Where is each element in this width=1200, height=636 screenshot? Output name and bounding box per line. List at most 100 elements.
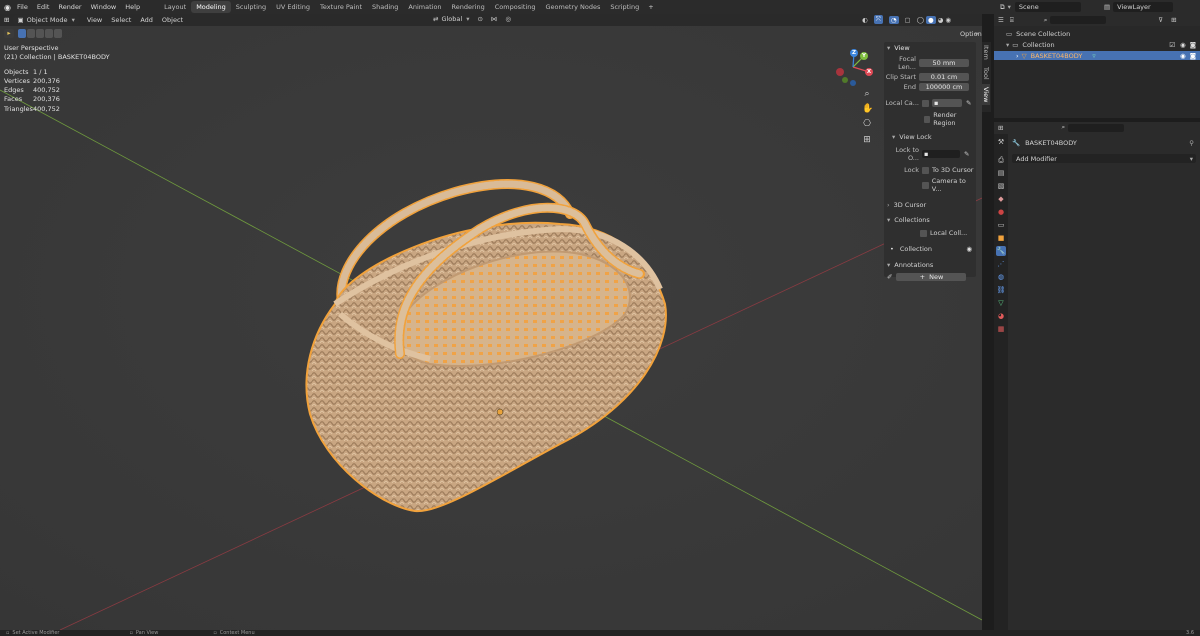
render-region-checkbox[interactable] (924, 115, 931, 123)
tab-modeling[interactable]: Modeling (191, 1, 231, 13)
scene-selector[interactable]: ⧉ ▾ Scene (1000, 2, 1081, 12)
select-mode-invert-icon[interactable] (45, 29, 53, 38)
viewport-menu-add[interactable]: Add (140, 16, 153, 24)
world-properties-tab-icon[interactable]: ● (996, 207, 1006, 217)
gizmo-x-axis[interactable]: X (865, 68, 873, 76)
snap-icon[interactable]: ⋈ (491, 15, 498, 23)
properties-editor-icon[interactable]: ⊞ (998, 124, 1003, 132)
xray-toggle-icon[interactable]: ▢ (905, 16, 911, 24)
eye-icon[interactable]: ◉ (1180, 41, 1186, 49)
texture-properties-tab-icon[interactable]: ▦ (996, 324, 1006, 334)
render-properties-tab-icon[interactable]: ⎙ (996, 155, 1006, 165)
tab-sculpting[interactable]: Sculpting (231, 1, 271, 13)
gizmo-neg-x-axis[interactable] (836, 68, 844, 76)
scene-properties-tab-icon[interactable]: ◆ (996, 194, 1006, 204)
eyedropper-icon[interactable]: ✎ (964, 150, 969, 158)
clip-start-field[interactable]: 0.01 cm (919, 73, 969, 81)
viewport-canvas[interactable] (0, 14, 982, 630)
3d-cursor-panel-header[interactable]: › 3D Cursor (887, 201, 976, 209)
view-layer-selector[interactable]: ▤ ViewLayer (1104, 2, 1174, 12)
filter-icon[interactable]: ⊽ (1158, 16, 1163, 24)
select-mode-intersect-icon[interactable] (54, 29, 62, 38)
focal-length-field[interactable]: 50 mm (919, 59, 969, 67)
local-collections-checkbox[interactable] (920, 229, 927, 237)
transform-orientation-selector[interactable]: Global (441, 15, 462, 23)
viewport-menu-select[interactable]: Select (111, 16, 131, 24)
solid-shading-icon[interactable]: ● (925, 15, 936, 24)
3d-viewport[interactable]: ⊞ ▣ Object Mode ▾ View Select Add Object ⇄ … (0, 14, 982, 630)
select-mode-extend-icon[interactable] (27, 29, 35, 38)
viewport-menu-object[interactable]: Object (162, 16, 183, 24)
tab-scripting[interactable]: Scripting (605, 1, 644, 13)
rendered-shading-icon[interactable]: ◉ (945, 16, 951, 24)
collections-panel-header[interactable]: ▾ Collections (887, 216, 976, 224)
tab-view[interactable]: View (982, 84, 990, 105)
collection-properties-tab-icon[interactable]: ▭ (996, 220, 1006, 230)
add-modifier-button[interactable]: Add Modifier ▾ (1012, 154, 1196, 163)
checkbox-icon[interactable]: ☑ (1169, 41, 1175, 49)
blender-logo-icon[interactable]: ◉ (4, 3, 11, 12)
tab-layout[interactable]: Layout (159, 1, 191, 13)
overlays-toggle-icon[interactable]: ◔ (888, 15, 899, 24)
tab-compositing[interactable]: Compositing (490, 1, 541, 13)
tab-tool[interactable]: Tool (982, 63, 990, 84)
menu-edit[interactable]: Edit (37, 3, 50, 11)
transform-orientation-icon[interactable]: ⇄ (433, 15, 438, 23)
camera-icon[interactable]: ◙ (1190, 41, 1196, 49)
data-properties-tab-icon[interactable]: ▽ (996, 298, 1006, 308)
scene-collection-item[interactable]: ▭ Scene Collection (1006, 30, 1200, 38)
camera-to-view-checkbox[interactable] (922, 181, 929, 189)
visibility-icon[interactable]: ◐ (862, 16, 868, 24)
collection-item[interactable]: ▾ ▭ Collection ☑ ◉ ◙ (1006, 41, 1200, 49)
tab-texture-paint[interactable]: Texture Paint (315, 1, 367, 13)
scene-name-field[interactable]: Scene (1014, 2, 1081, 12)
annotation-pen-icon[interactable]: ✐ (887, 273, 892, 281)
tab-rendering[interactable]: Rendering (447, 1, 490, 13)
pin-icon[interactable]: ⚲ (1189, 139, 1194, 147)
scene-dropdown-icon[interactable]: ▾ (1008, 3, 1011, 11)
editor-type-icon[interactable]: ⊞ (4, 16, 9, 24)
local-camera-field[interactable]: ▪ (932, 99, 962, 107)
pivot-point-icon[interactable]: ⊙ (477, 15, 482, 23)
wireframe-shading-icon[interactable]: ◯ (917, 16, 924, 24)
outliner-editor-icon[interactable]: ☰ (998, 16, 1004, 24)
options-button[interactable]: Options (960, 30, 982, 38)
modifier-properties-tab-icon[interactable]: 🔧 (996, 246, 1006, 256)
gizmo-y-axis[interactable]: Y (860, 52, 868, 60)
tab-geometry-nodes[interactable]: Geometry Nodes (541, 1, 606, 13)
camera-view-icon[interactable]: ⎔ (862, 119, 872, 129)
camera-icon[interactable]: ◙ (1190, 52, 1196, 60)
collection-list-item[interactable]: • Collection ◉ (890, 245, 976, 253)
annotations-panel-header[interactable]: ▾ Annotations (887, 261, 976, 269)
object-mode-selector[interactable]: ▣ Object Mode ▾ (13, 15, 79, 25)
gizmo-z-axis[interactable]: Z (850, 49, 858, 57)
display-mode-icon[interactable]: ⌸ (1010, 16, 1014, 25)
pan-hand-icon[interactable]: ✋ (862, 104, 873, 114)
constraints-properties-tab-icon[interactable]: ⛓ (996, 285, 1006, 295)
material-properties-tab-icon[interactable]: ◕ (996, 311, 1006, 321)
outliner-search-input[interactable] (1050, 16, 1107, 24)
local-camera-checkbox[interactable] (922, 99, 929, 107)
tool-select-icon[interactable]: ▸ (4, 29, 14, 38)
select-mode-subtract-icon[interactable] (36, 29, 44, 38)
view-layer-name-field[interactable]: ViewLayer (1113, 2, 1174, 12)
to-3d-cursor-checkbox[interactable] (922, 166, 929, 174)
perspective-toggle-icon[interactable]: ⊞ (862, 135, 872, 145)
select-mode-new-icon[interactable] (18, 29, 26, 38)
eye-icon[interactable]: ◉ (966, 245, 972, 253)
tool-properties-tab-icon[interactable]: ⚒ (996, 137, 1006, 147)
zoom-icon[interactable]: ⌕ (862, 89, 872, 99)
view-panel-header[interactable]: ▾ View (884, 42, 976, 54)
gizmo-neg-z-axis[interactable] (850, 80, 856, 86)
eyedropper-icon[interactable]: ✎ (966, 99, 971, 107)
new-annotation-button[interactable]: + New (896, 273, 967, 281)
menu-window[interactable]: Window (91, 3, 117, 11)
new-collection-icon[interactable]: ⊞ (1171, 16, 1176, 24)
gizmo-toggle-icon[interactable]: ⤧ (873, 15, 883, 24)
physics-properties-tab-icon[interactable]: ◍ (996, 272, 1006, 282)
menu-help[interactable]: Help (125, 3, 140, 11)
navigation-gizmo[interactable]: Z Y X (830, 44, 876, 90)
gizmo-neg-y-axis[interactable] (842, 77, 848, 83)
menu-file[interactable]: File (17, 3, 28, 11)
object-properties-tab-icon[interactable]: ■ (996, 233, 1006, 243)
